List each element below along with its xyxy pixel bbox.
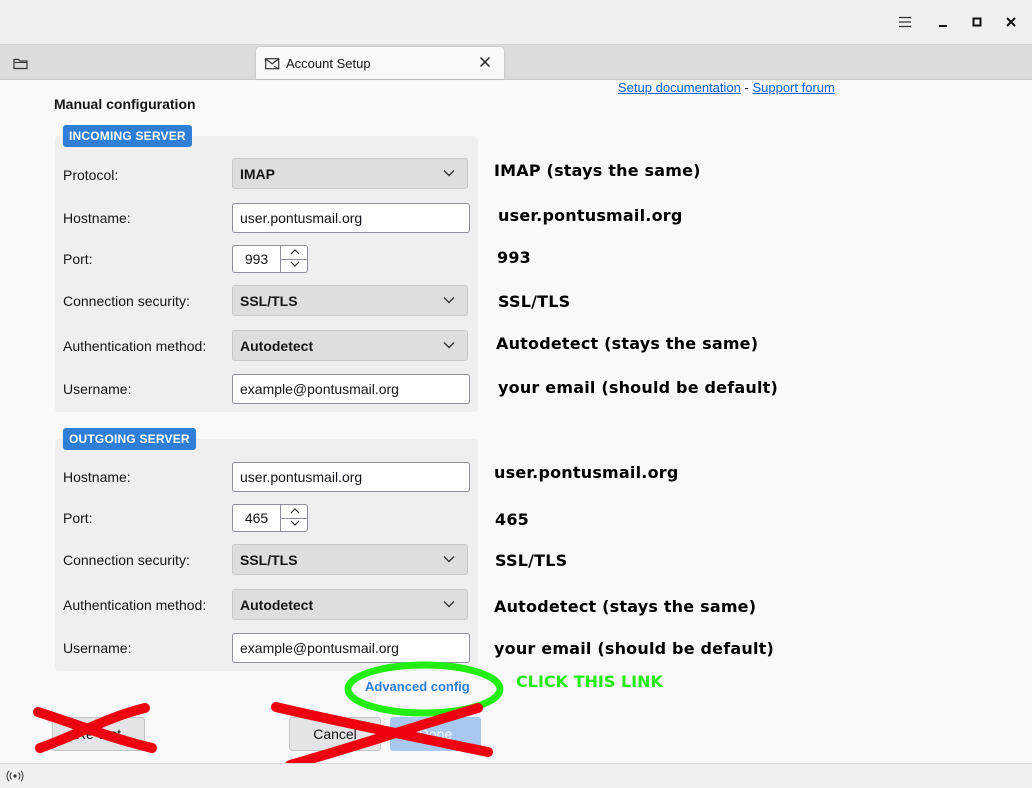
header-links: Setup documentation - Support forum (618, 80, 835, 95)
incoming-port-stepper[interactable]: 993 (232, 245, 308, 273)
port-label: Port: (63, 251, 93, 267)
outgoing-security-value: SSL/TLS (240, 552, 298, 568)
setup-documentation-link[interactable]: Setup documentation (618, 80, 741, 95)
done-button[interactable]: Done (390, 717, 481, 751)
minimize-icon[interactable] (933, 12, 953, 32)
support-forum-link[interactable]: Support forum (752, 80, 834, 95)
hostname-label: Hostname: (63, 210, 131, 226)
username-label: Username: (63, 381, 132, 397)
advanced-config-link[interactable]: Advanced config (365, 679, 470, 694)
annotation-port: 993 (497, 248, 531, 267)
folder-icon[interactable] (6, 53, 34, 75)
status-bar (0, 763, 1032, 788)
incoming-security-select[interactable]: SSL/TLS (232, 285, 468, 316)
incoming-username-input[interactable]: example@pontusmail.org (232, 374, 470, 404)
annotation-username: your email (should be default) (494, 639, 775, 658)
retest-button[interactable]: Re-test (52, 717, 145, 751)
port-increment-icon[interactable] (281, 505, 308, 519)
incoming-server-badge: INCOMING SERVER (63, 125, 192, 147)
incoming-auth-select[interactable]: Autodetect (232, 330, 468, 361)
outgoing-hostname-input[interactable]: user.pontusmail.org (232, 462, 470, 492)
connection-security-label: Connection security: (63, 552, 190, 568)
outgoing-port-value: 465 (244, 510, 269, 526)
port-decrement-icon[interactable] (281, 259, 308, 272)
hamburger-menu-icon[interactable] (895, 12, 915, 32)
mail-setup-icon (265, 57, 280, 73)
chevron-down-icon (443, 297, 455, 304)
port-label: Port: (63, 510, 93, 526)
tab-title: Account Setup (286, 56, 371, 71)
annotation-username: your email (should be default) (498, 378, 779, 397)
annotation-auth: Autodetect (stays the same) (496, 334, 759, 353)
incoming-protocol-select[interactable]: IMAP (232, 158, 468, 189)
click-hint-annotation: CLICK THIS LINK (516, 672, 663, 691)
tab-account-setup[interactable]: Account Setup (256, 47, 504, 79)
authentication-method-label: Authentication method: (63, 597, 207, 613)
incoming-security-value: SSL/TLS (240, 293, 298, 309)
connection-status-icon (6, 769, 24, 785)
link-separator: - (744, 80, 749, 95)
maximize-icon[interactable] (967, 12, 987, 32)
hostname-label: Hostname: (63, 469, 131, 485)
incoming-protocol-value: IMAP (240, 166, 275, 182)
chevron-down-icon (443, 342, 455, 349)
close-icon[interactable] (1001, 12, 1021, 32)
authentication-method-label: Authentication method: (63, 338, 207, 354)
chevron-down-icon (443, 601, 455, 608)
outgoing-auth-select[interactable]: Autodetect (232, 589, 468, 620)
title-bar (0, 0, 1032, 45)
outgoing-username-input[interactable]: example@pontusmail.org (232, 633, 470, 663)
port-decrement-icon[interactable] (281, 518, 308, 531)
port-increment-icon[interactable] (281, 246, 308, 260)
outgoing-server-badge: OUTGOING SERVER (63, 428, 196, 450)
connection-security-label: Connection security: (63, 293, 190, 309)
protocol-label: Protocol: (63, 167, 119, 183)
tab-close-icon[interactable] (476, 53, 494, 71)
annotation-hostname: user.pontusmail.org (498, 206, 683, 225)
chevron-down-icon (443, 170, 455, 177)
annotation-security: SSL/TLS (495, 551, 568, 570)
outgoing-port-stepper[interactable]: 465 (232, 504, 308, 532)
chevron-down-icon (443, 556, 455, 563)
username-label: Username: (63, 640, 132, 656)
incoming-port-value: 993 (244, 251, 269, 267)
annotation-protocol: IMAP (stays the same) (494, 161, 701, 180)
tab-strip: Account Setup (0, 45, 1032, 80)
annotation-security: SSL/TLS (498, 292, 571, 311)
outgoing-security-select[interactable]: SSL/TLS (232, 544, 468, 575)
incoming-hostname-input[interactable]: user.pontusmail.org (232, 203, 470, 233)
annotation-port: 465 (495, 510, 529, 529)
outgoing-auth-value: Autodetect (240, 597, 314, 613)
annotation-hostname: user.pontusmail.org (494, 463, 679, 482)
annotation-auth: Autodetect (stays the same) (494, 597, 757, 616)
page-title: Manual configuration (54, 96, 196, 112)
cancel-button[interactable]: Cancel (289, 717, 381, 751)
incoming-auth-value: Autodetect (240, 338, 314, 354)
